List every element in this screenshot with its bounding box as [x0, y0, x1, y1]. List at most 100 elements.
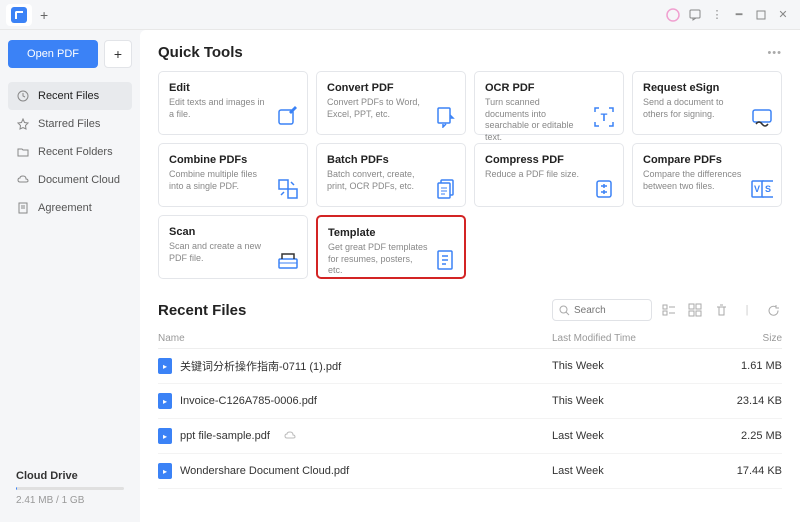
refresh-icon[interactable]: [764, 301, 782, 319]
svg-text:T: T: [601, 112, 608, 124]
tool-batch-pdfs[interactable]: Batch PDFs Batch convert, create, print, …: [316, 143, 466, 207]
esign-icon: [751, 106, 773, 128]
col-name: Name: [158, 333, 552, 344]
batch-icon: [435, 178, 457, 200]
menu-dots-icon[interactable]: ⋮: [706, 4, 728, 26]
tool-compare-pdfs[interactable]: Compare PDFsCompare the differences betw…: [632, 143, 782, 207]
file-size: 1.61 MB: [712, 360, 782, 372]
add-button[interactable]: +: [104, 40, 132, 68]
tool-desc: Scan and create a new PDF file.: [169, 241, 269, 264]
tool-combine-pdfs[interactable]: Combine PDFsCombine multiple files into …: [158, 143, 308, 207]
tool-scan[interactable]: Scan Scan and create a new PDF file.: [158, 215, 308, 279]
search-box[interactable]: [552, 299, 652, 321]
main-content: Quick Tools ••• Edit Edit texts and image…: [140, 30, 800, 522]
tool-request-esign[interactable]: Request eSignSend a document to others f…: [632, 71, 782, 135]
sidebar-item-agreement[interactable]: Agreement: [8, 194, 132, 222]
sidebar-item-recent-files[interactable]: Recent Files: [8, 82, 132, 110]
sidebar-item-label: Document Cloud: [38, 174, 120, 186]
cloud-drive-label: Cloud Drive: [16, 470, 124, 482]
combine-icon: [277, 178, 299, 200]
file-name: 关键词分析操作指南-0711 (1).pdf: [180, 358, 341, 374]
tool-template[interactable]: Template Get great PDF templates for resu…: [316, 215, 466, 279]
tool-title: Edit: [169, 82, 297, 94]
compare-icon: VS: [751, 178, 773, 200]
pdf-file-icon: ▸: [158, 393, 172, 409]
feedback-icon[interactable]: [684, 4, 706, 26]
more-button[interactable]: •••: [767, 47, 782, 59]
tool-title: Template: [328, 227, 454, 239]
file-modified: This Week: [552, 360, 712, 372]
compress-icon: [593, 178, 615, 200]
close-button[interactable]: ✕: [772, 4, 794, 26]
ocr-icon: T: [593, 106, 615, 128]
agreement-icon: [16, 201, 30, 215]
tool-ocr-pdf[interactable]: OCR PDFTurn scanned documents into searc…: [474, 71, 624, 135]
file-name: Wondershare Document Cloud.pdf: [180, 465, 349, 477]
convert-icon: [435, 106, 457, 128]
view-list-icon[interactable]: [660, 301, 678, 319]
cloud-icon: [16, 173, 30, 187]
app-tab[interactable]: [6, 4, 32, 26]
tool-desc: Combine multiple files into a single PDF…: [169, 169, 269, 192]
cloud-usage-bar: [16, 487, 124, 490]
recent-files-title: Recent Files: [158, 302, 246, 319]
folder-icon: [16, 145, 30, 159]
quick-tools-grid: Edit Edit texts and images in a file. Conv…: [158, 71, 782, 279]
sidebar-item-document-cloud[interactable]: Document Cloud: [8, 166, 132, 194]
tool-title: Compress PDF: [485, 154, 613, 166]
tool-title: Request eSign: [643, 82, 771, 94]
cloud-sync-icon: [284, 431, 296, 441]
sidebar-nav: Recent Files Starred Files Recent Folder…: [8, 82, 132, 222]
app-logo-icon: [11, 7, 27, 23]
clock-icon: [16, 89, 30, 103]
pdf-file-icon: ▸: [158, 463, 172, 479]
file-size: 17.44 KB: [712, 465, 782, 477]
tool-desc: Get great PDF templates for resumes, pos…: [328, 242, 428, 277]
file-name: Invoice-C126A785-0006.pdf: [180, 395, 317, 407]
file-modified: Last Week: [552, 430, 712, 442]
titlebar: + ⋮ ━ ✕: [0, 0, 800, 30]
pdf-file-icon: ▸: [158, 428, 172, 444]
tool-title: Batch PDFs: [327, 154, 455, 166]
col-size: Size: [712, 333, 782, 344]
tool-desc: Convert PDFs to Word, Excel, PPT, etc.: [327, 97, 427, 120]
tool-title: Scan: [169, 226, 297, 238]
sidebar-item-label: Agreement: [38, 202, 92, 214]
new-tab-button[interactable]: +: [40, 7, 48, 23]
sidebar-item-recent-folders[interactable]: Recent Folders: [8, 138, 132, 166]
tool-desc: Turn scanned documents into searchable o…: [485, 97, 585, 144]
tool-title: Compare PDFs: [643, 154, 771, 166]
quick-tools-title: Quick Tools: [158, 44, 243, 61]
file-row[interactable]: ▸ 关键词分析操作指南-0711 (1).pdf This Week1.61 MB: [158, 349, 782, 384]
sidebar: Open PDF + Recent Files Starred Files Re…: [0, 30, 140, 522]
file-row[interactable]: ▸ ppt file-sample.pdf Last Week2.25 MB: [158, 419, 782, 454]
pdf-file-icon: ▸: [158, 358, 172, 374]
tool-title: Convert PDF: [327, 82, 455, 94]
sidebar-item-label: Recent Folders: [38, 146, 113, 158]
file-row[interactable]: ▸Wondershare Document Cloud.pdfLast Week…: [158, 454, 782, 489]
tool-convert-pdf[interactable]: Convert PDF Convert PDFs to Word, Excel, …: [316, 71, 466, 135]
scan-icon: [277, 250, 299, 272]
tool-compress-pdf[interactable]: Compress PDF Reduce a PDF file size.: [474, 143, 624, 207]
file-size: 2.25 MB: [712, 430, 782, 442]
file-name: ppt file-sample.pdf: [180, 430, 270, 442]
sidebar-item-starred-files[interactable]: Starred Files: [8, 110, 132, 138]
maximize-button[interactable]: [750, 4, 772, 26]
tool-desc: Edit texts and images in a file.: [169, 97, 269, 120]
tool-title: OCR PDF: [485, 82, 613, 94]
svg-text:V: V: [754, 184, 760, 194]
col-modified: Last Modified Time: [552, 333, 712, 344]
tool-edit[interactable]: Edit Edit texts and images in a file.: [158, 71, 308, 135]
cloud-drive-status: Cloud Drive 2.41 MB / 1 GB: [8, 464, 132, 512]
trash-icon[interactable]: [712, 301, 730, 319]
ai-orb-icon[interactable]: [662, 4, 684, 26]
file-row[interactable]: ▸Invoice-C126A785-0006.pdfThis Week23.14…: [158, 384, 782, 419]
tool-desc: Batch convert, create, print, OCR PDFs, …: [327, 169, 427, 192]
open-pdf-button[interactable]: Open PDF: [8, 40, 98, 68]
view-grid-icon[interactable]: [686, 301, 704, 319]
file-list: ▸关键词分析操作指南-0711 (1).pdfThis Week1.61 MB▸…: [158, 349, 782, 489]
tool-desc: Reduce a PDF file size.: [485, 169, 585, 181]
sidebar-item-label: Starred Files: [38, 118, 100, 130]
search-input[interactable]: [574, 305, 644, 316]
minimize-button[interactable]: ━: [728, 4, 750, 26]
